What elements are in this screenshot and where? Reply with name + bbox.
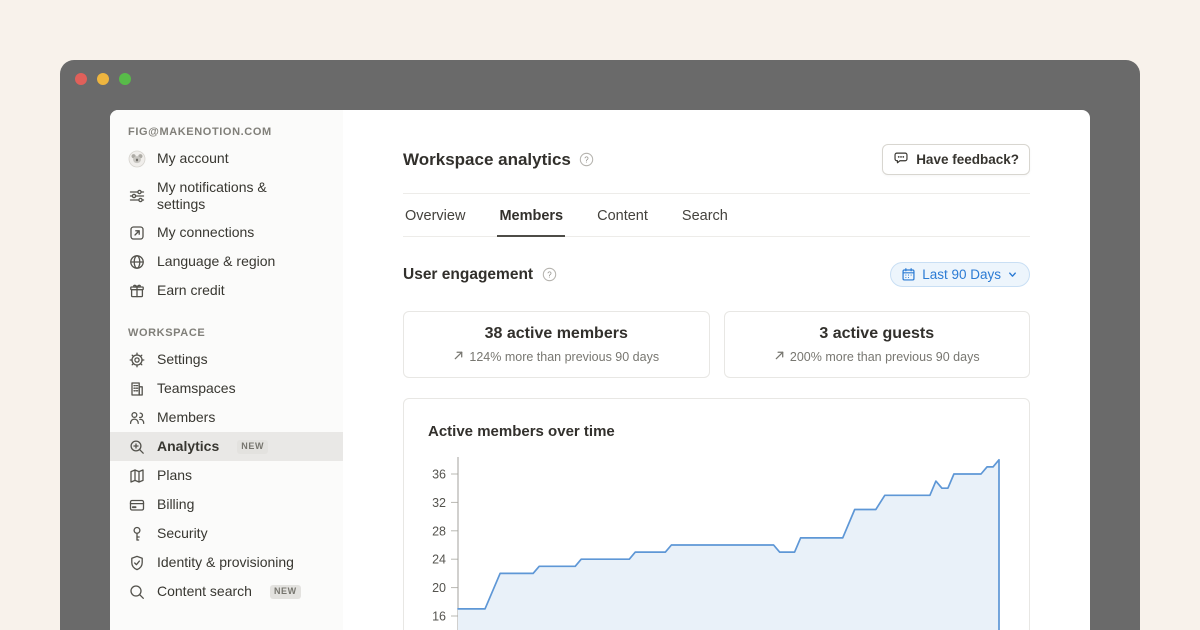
sidebar-item-language-region[interactable]: Language & region xyxy=(110,247,343,276)
have-feedback-label: Have feedback? xyxy=(916,152,1019,167)
sidebar-item-content-search[interactable]: Content search NEW xyxy=(110,577,343,606)
main-content: Workspace analytics ? xyxy=(343,110,1090,630)
date-range-label: Last 90 Days xyxy=(922,267,1001,282)
sidebar-item-my-account[interactable]: My account xyxy=(110,144,343,173)
tab-content[interactable]: Content xyxy=(595,194,650,237)
globe-icon xyxy=(128,253,146,271)
key-icon xyxy=(128,525,146,543)
sidebar-item-my-connections[interactable]: My connections xyxy=(110,218,343,247)
sliders-icon xyxy=(128,187,146,205)
sidebar-item-label: My notifications & settings xyxy=(157,179,292,213)
map-icon xyxy=(128,467,146,485)
settings-sidebar: FIG@MAKENOTION.COM My account xyxy=(110,110,343,630)
settings-panel: FIG@MAKENOTION.COM My account xyxy=(110,110,1090,630)
stat-delta-text: 200% more than previous 90 days xyxy=(790,350,980,364)
section-title: User engagement xyxy=(403,266,533,284)
sidebar-item-label: My connections xyxy=(157,224,254,241)
sidebar-item-label: Settings xyxy=(157,351,208,368)
app-window: FIG@MAKENOTION.COM My account xyxy=(60,60,1140,630)
sidebar-item-label: Billing xyxy=(157,496,194,513)
stat-value: 3 active guests xyxy=(733,325,1022,343)
y-axis-ticks: 16 20 24 28 32 36 xyxy=(432,468,458,624)
sidebar-item-label: Language & region xyxy=(157,253,275,270)
stat-card-active-members: 38 active members 124% more than previou… xyxy=(403,311,710,378)
stat-card-active-guests: 3 active guests 200% more than previous … xyxy=(724,311,1031,378)
sidebar-item-label: Security xyxy=(157,525,208,542)
sidebar-item-label: My account xyxy=(157,150,229,167)
people-icon xyxy=(128,409,146,427)
tab-members[interactable]: Members xyxy=(497,194,565,237)
svg-text:32: 32 xyxy=(432,496,446,510)
stat-value: 38 active members xyxy=(412,325,701,343)
date-range-dropdown[interactable]: Last 90 Days xyxy=(890,262,1030,287)
tab-overview[interactable]: Overview xyxy=(403,194,467,237)
account-email: FIG@MAKENOTION.COM xyxy=(110,122,343,144)
sidebar-item-members[interactable]: Members xyxy=(110,403,343,432)
active-members-chart-card: Active members over time 16 20 24 28 32 36 xyxy=(403,398,1030,630)
help-icon[interactable]: ? xyxy=(542,267,557,282)
workspace-section-heading: WORKSPACE xyxy=(110,323,343,345)
sidebar-item-teamspaces[interactable]: Teamspaces xyxy=(110,374,343,403)
speech-bubble-icon xyxy=(893,150,909,169)
svg-text:?: ? xyxy=(584,155,589,164)
window-controls xyxy=(75,73,131,85)
magnifier-plus-icon xyxy=(128,438,146,456)
calendar-icon xyxy=(901,267,916,282)
credit-card-icon xyxy=(128,496,146,514)
help-icon[interactable]: ? xyxy=(579,152,594,167)
analytics-tabs: Overview Members Content Search xyxy=(403,194,1030,237)
trend-up-icon xyxy=(453,350,464,364)
have-feedback-button[interactable]: Have feedback? xyxy=(882,144,1030,175)
chart-title: Active members over time xyxy=(428,423,1005,440)
svg-text:20: 20 xyxy=(432,581,446,595)
sidebar-item-label: Plans xyxy=(157,467,192,484)
tab-search[interactable]: Search xyxy=(680,194,730,237)
maximize-window-icon[interactable] xyxy=(119,73,131,85)
minimize-window-icon[interactable] xyxy=(97,73,109,85)
sidebar-item-label: Members xyxy=(157,409,215,426)
shield-check-icon xyxy=(128,554,146,572)
gear-icon xyxy=(128,351,146,369)
svg-text:?: ? xyxy=(547,270,552,279)
sidebar-item-label: Earn credit xyxy=(157,282,225,299)
sidebar-item-earn-credit[interactable]: Earn credit xyxy=(110,276,343,305)
engagement-chart: 16 20 24 28 32 36 xyxy=(428,449,1005,630)
new-badge: NEW xyxy=(237,440,268,454)
arrow-up-right-box-icon xyxy=(128,224,146,242)
trend-up-icon xyxy=(774,350,785,364)
avatar-icon xyxy=(128,150,146,168)
new-badge: NEW xyxy=(270,585,301,599)
sidebar-item-billing[interactable]: Billing xyxy=(110,490,343,519)
sidebar-item-plans[interactable]: Plans xyxy=(110,461,343,490)
sidebar-item-label: Analytics xyxy=(157,438,219,455)
svg-text:16: 16 xyxy=(432,610,446,624)
svg-text:28: 28 xyxy=(432,524,446,538)
sidebar-item-settings[interactable]: Settings xyxy=(110,345,343,374)
chevron-down-icon xyxy=(1007,269,1018,280)
page-title: Workspace analytics xyxy=(403,150,571,170)
sidebar-item-label: Content search xyxy=(157,583,252,600)
sidebar-item-label: Teamspaces xyxy=(157,380,236,397)
svg-text:24: 24 xyxy=(432,553,446,567)
svg-text:36: 36 xyxy=(432,468,446,482)
stat-delta-text: 124% more than previous 90 days xyxy=(469,350,659,364)
gift-icon xyxy=(128,282,146,300)
building-icon xyxy=(128,380,146,398)
magnifier-icon xyxy=(128,583,146,601)
sidebar-item-analytics[interactable]: Analytics NEW xyxy=(110,432,343,461)
sidebar-item-identity-provisioning[interactable]: Identity & provisioning xyxy=(110,548,343,577)
sidebar-item-security[interactable]: Security xyxy=(110,519,343,548)
close-window-icon[interactable] xyxy=(75,73,87,85)
sidebar-item-notifications-settings[interactable]: My notifications & settings xyxy=(110,173,343,218)
sidebar-item-label: Identity & provisioning xyxy=(157,554,294,571)
